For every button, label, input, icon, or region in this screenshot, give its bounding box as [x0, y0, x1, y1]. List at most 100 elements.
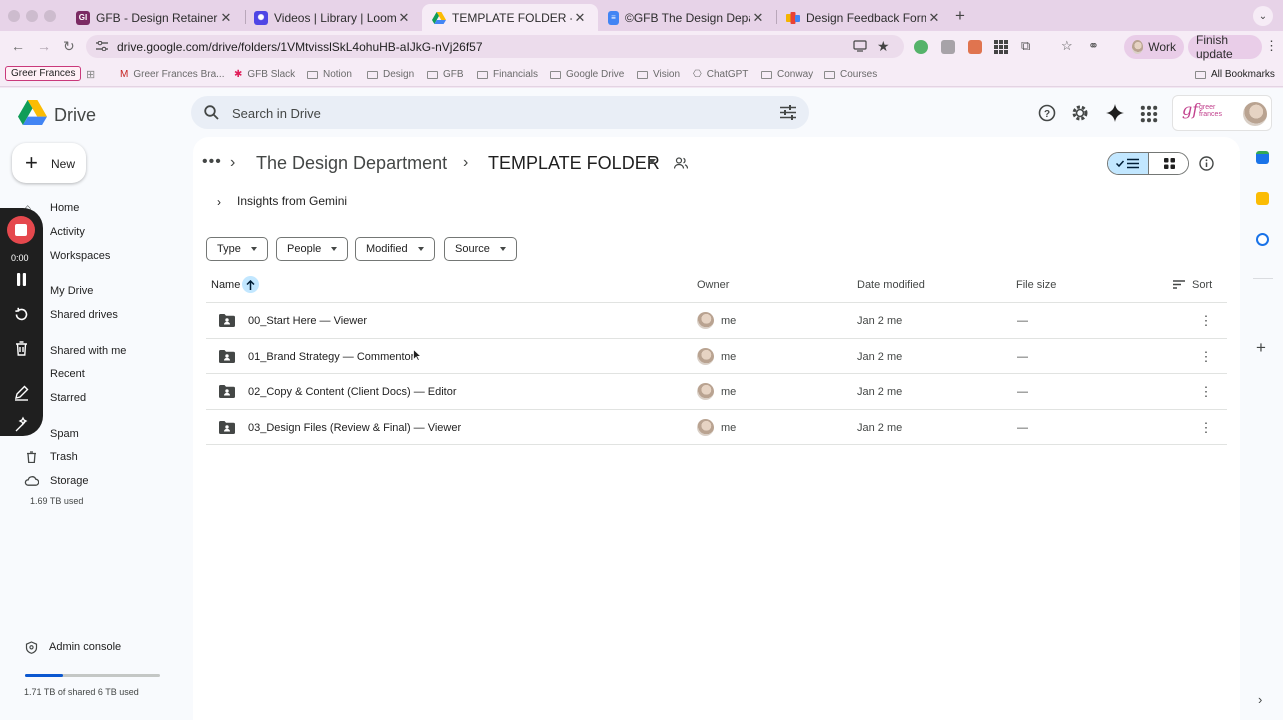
nav-storage[interactable]: Storage	[50, 475, 89, 487]
loom-restart-icon[interactable]	[13, 306, 30, 323]
bookmark-greer-frances-brand[interactable]: M Greer Frances Bra...	[120, 69, 224, 80]
extensions-puzzle-icon[interactable]: ⧉	[1021, 38, 1030, 54]
loom-pause-icon[interactable]	[13, 271, 30, 288]
row-name[interactable]: 01_Brand Strategy — Commentor	[248, 351, 414, 363]
nav-starred[interactable]: Starred	[50, 392, 86, 404]
folder-menu-caret-icon[interactable]	[648, 159, 656, 164]
tab-close-icon[interactable]: ✕	[926, 10, 942, 26]
google-apps-icon[interactable]	[1140, 105, 1158, 123]
apps-grid-icon[interactable]: ⊞	[86, 68, 95, 81]
bookmark-conway[interactable]: Conway	[761, 69, 813, 80]
window-close-icon[interactable]	[8, 10, 20, 22]
keep-icon[interactable]	[1256, 192, 1269, 205]
url-text[interactable]: drive.google.com/drive/folders/1VMtvissl…	[117, 40, 483, 54]
tab-close-icon[interactable]: ✕	[396, 10, 412, 26]
details-info-icon[interactable]	[1199, 156, 1214, 171]
list-view-button[interactable]	[1108, 153, 1149, 174]
extension-grid-icon[interactable]	[994, 40, 1008, 54]
nav-shared-drives[interactable]: Shared drives	[50, 309, 118, 321]
reload-icon[interactable]: ↻	[63, 38, 75, 55]
forward-arrow-icon[interactable]: →	[37, 38, 51, 54]
breadcrumb-parent[interactable]: The Design Department	[256, 153, 447, 174]
bookmark-chatgpt[interactable]: ⎔ ChatGPT	[693, 69, 748, 80]
extension-orange-icon[interactable]	[968, 40, 982, 54]
site-settings-icon[interactable]	[96, 41, 108, 51]
search-filters-icon[interactable]	[780, 105, 796, 120]
settings-gear-icon[interactable]	[1071, 104, 1089, 122]
insights-from-gemini[interactable]: Insights from Gemini	[237, 194, 347, 208]
new-tab-button[interactable]: +	[955, 6, 965, 26]
row-name[interactable]: 00_Start Here — Viewer	[248, 315, 367, 327]
drive-title[interactable]: Drive	[54, 105, 96, 126]
column-owner[interactable]: Owner	[697, 279, 729, 291]
filter-type-chip[interactable]: Type	[206, 237, 268, 261]
all-bookmarks[interactable]: All Bookmarks	[1195, 69, 1275, 80]
browser-tab-gfb[interactable]: GI GFB - Design Retainer Manag ✕	[66, 4, 244, 31]
expand-chevron-icon[interactable]: ›	[217, 195, 221, 209]
loom-effects-icon[interactable]	[13, 416, 30, 433]
nav-spam[interactable]: Spam	[50, 428, 79, 440]
nav-workspaces[interactable]: Workspaces	[50, 250, 110, 262]
column-name[interactable]: Name	[211, 279, 240, 291]
more-actions-icon[interactable]: ⋮	[1199, 384, 1213, 399]
side-panel-collapse-icon[interactable]: ›	[1258, 692, 1262, 707]
row-name[interactable]: 03_Design Files (Review & Final) — Viewe…	[248, 422, 461, 434]
add-addon-plus-icon[interactable]: +	[1256, 338, 1266, 358]
finish-update-button[interactable]: Finish update	[1188, 33, 1262, 61]
search-input[interactable]: Search in Drive	[232, 106, 321, 121]
tasks-icon[interactable]	[1256, 233, 1269, 246]
filter-modified-chip[interactable]: Modified	[355, 237, 435, 261]
browser-tab-loom[interactable]: ✺ Videos | Library | Loom ✕	[244, 4, 422, 31]
bookmark-design[interactable]: Design	[367, 69, 414, 80]
loom-stop-record-button[interactable]	[7, 216, 35, 244]
drive-logo-icon[interactable]	[18, 100, 47, 125]
bookmark-google-drive[interactable]: Google Drive	[550, 69, 624, 80]
extension-green-icon[interactable]	[914, 40, 928, 54]
calendar-icon[interactable]	[1256, 151, 1269, 164]
gemini-sparkle-icon[interactable]	[1106, 104, 1124, 122]
nav-activity[interactable]: Activity	[50, 226, 85, 238]
grid-view-button[interactable]	[1149, 153, 1188, 174]
tab-close-icon[interactable]: ✕	[218, 10, 234, 26]
sort-ascending-button[interactable]	[242, 276, 259, 293]
window-minimize-icon[interactable]	[26, 10, 38, 22]
loom-delete-icon[interactable]	[13, 340, 30, 357]
extension-camera-icon[interactable]	[941, 40, 955, 54]
shared-folder-people-icon[interactable]	[674, 157, 688, 169]
back-arrow-icon[interactable]: ←	[11, 38, 25, 54]
link-icon[interactable]: ⚭	[1088, 38, 1099, 54]
browser-tab-drive[interactable]: TEMPLATE FOLDER - Google ✕	[422, 4, 598, 31]
reading-list-icon[interactable]: ☆	[1061, 38, 1073, 54]
bookmark-gfb[interactable]: GFB	[427, 69, 464, 80]
more-actions-icon[interactable]: ⋮	[1199, 349, 1213, 364]
nav-home[interactable]: Home	[50, 202, 79, 214]
bookmark-greer-frances[interactable]: Greer Frances	[5, 66, 82, 81]
bookmark-financials[interactable]: Financials	[477, 69, 538, 80]
browser-menu-icon[interactable]: ⋮	[1265, 38, 1278, 54]
sort-button[interactable]: Sort	[1192, 279, 1212, 291]
nav-shared-with-me[interactable]: Shared with me	[50, 345, 126, 357]
admin-console-link[interactable]: Admin console	[49, 641, 121, 653]
bookmark-star-icon[interactable]: ★	[877, 38, 890, 55]
nav-my-drive[interactable]: My Drive	[50, 285, 93, 297]
browser-tab-docs[interactable]: ≡ ©GFB The Design Departmen ✕	[598, 4, 776, 31]
breadcrumb-overflow-icon[interactable]: •••	[202, 153, 222, 171]
help-icon[interactable]: ?	[1038, 104, 1056, 122]
filter-source-chip[interactable]: Source	[444, 237, 517, 261]
account-avatar[interactable]	[1243, 102, 1267, 126]
profile-work-button[interactable]: Work	[1124, 35, 1184, 59]
search-icon[interactable]	[204, 105, 219, 120]
tab-close-icon[interactable]: ✕	[572, 10, 588, 26]
nav-trash[interactable]: Trash	[50, 451, 78, 463]
more-actions-icon[interactable]: ⋮	[1199, 420, 1213, 435]
nav-recent[interactable]: Recent	[50, 368, 85, 380]
filter-people-chip[interactable]: People	[276, 237, 349, 261]
tab-close-icon[interactable]: ✕	[750, 10, 766, 26]
row-name[interactable]: 02_Copy & Content (Client Docs) — Editor	[248, 386, 456, 398]
more-actions-icon[interactable]: ⋮	[1199, 313, 1213, 328]
browser-tab-forms[interactable]: Design Feedback Form ✕	[776, 4, 952, 31]
column-file-size[interactable]: File size	[1016, 279, 1056, 291]
tab-search-chevron-icon[interactable]: ⌄	[1253, 6, 1273, 26]
loom-draw-icon[interactable]	[13, 384, 30, 401]
bookmark-courses[interactable]: Courses	[824, 69, 877, 80]
